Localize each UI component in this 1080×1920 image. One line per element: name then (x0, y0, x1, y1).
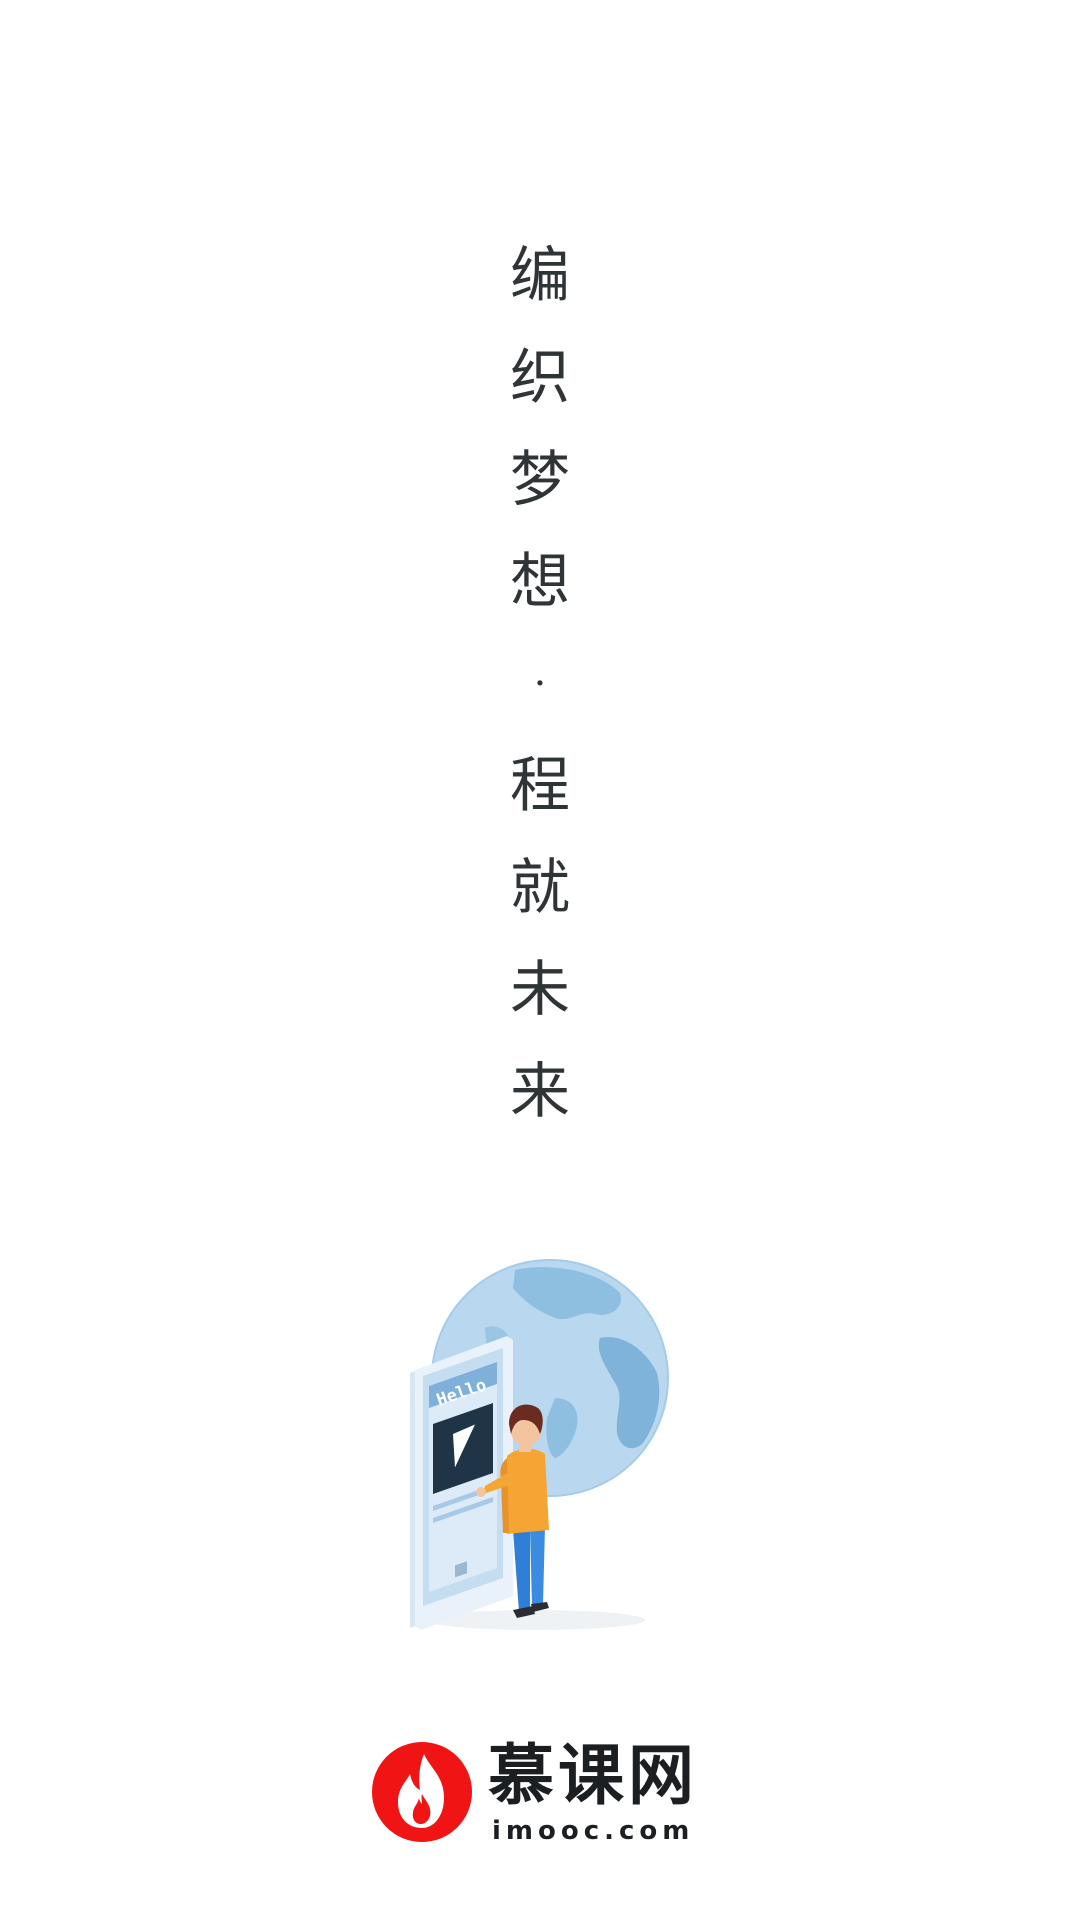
slogan-char: 未 (510, 955, 570, 1025)
slogan-char: 想 (510, 547, 570, 617)
brand-domain: imooc.com (492, 1816, 695, 1846)
splash-screen: 编 织 梦 想 · 程 就 未 来 Hello 慕课网 imooc.com (0, 0, 1080, 1920)
slogan-char: 编 (510, 241, 570, 311)
slogan-char: 程 (510, 751, 570, 821)
splash-illustration: Hello (410, 1259, 669, 1630)
slogan-char: 就 (510, 853, 570, 923)
brand-name: 慕课网 (488, 1737, 698, 1814)
slogan-separator: · (533, 661, 547, 707)
slogan-char: 来 (510, 1057, 570, 1127)
flame-icon (372, 1742, 472, 1842)
slogan-char: 织 (510, 343, 570, 413)
slogan-char: 梦 (510, 445, 570, 515)
brand-logo: 慕课网 imooc.com (370, 1737, 710, 1855)
slogan-vertical: 编 织 梦 想 · 程 就 未 来 (490, 225, 590, 1143)
